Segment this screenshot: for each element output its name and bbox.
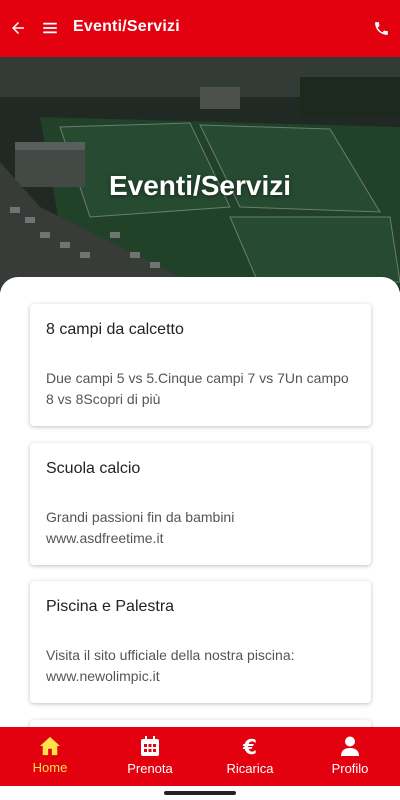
card-description: Visita il sito ufficiale della nostra pi… (46, 647, 295, 684)
nav-item-prenota[interactable]: Prenota (100, 727, 200, 786)
card-description: Due campi 5 vs 5.Cinque campi 7 vs 7Un c… (46, 370, 349, 407)
nav-item-ricarica[interactable]: € Ricarica (200, 727, 300, 786)
back-button[interactable] (2, 12, 34, 44)
hamburger-menu-icon (43, 22, 57, 34)
nav-label: Ricarica (226, 761, 274, 776)
home-icon (40, 736, 60, 756)
home-indicator[interactable] (164, 791, 236, 795)
calendar-icon (141, 736, 159, 756)
back-arrow-icon (12, 22, 24, 34)
nav-label: Profilo (331, 761, 369, 776)
hero-title: Eventi/Servizi (108, 170, 292, 201)
menu-button[interactable] (34, 12, 66, 44)
card-title: Piscina e Palestra (46, 598, 175, 615)
nav-item-profilo[interactable]: Profilo (300, 727, 400, 786)
nav-label: Prenota (127, 761, 173, 776)
card-item[interactable]: 8 campi da calcetto Due campi 5 vs 5.Cin… (30, 304, 371, 426)
bottom-nav: Home Prenota € Ricarica Profilo (0, 727, 400, 786)
card-item-partial[interactable] (30, 720, 371, 727)
app-bar: Eventi/Servizi (0, 0, 400, 57)
phone-button[interactable] (365, 12, 397, 44)
user-icon (341, 736, 359, 756)
card-item[interactable]: Piscina e Palestra Visita il sito uffici… (30, 581, 371, 703)
nav-label: Home (32, 760, 68, 775)
card-description: Grandi passioni fin da bambini www.asdfr… (46, 509, 235, 546)
svg-text:€: € (242, 736, 257, 757)
card-title: 8 campi da calcetto (46, 321, 184, 338)
system-navigation-bar (0, 786, 400, 800)
hero-banner: Eventi/Servizi (0, 57, 400, 292)
nav-item-home[interactable]: Home (0, 727, 100, 786)
phone-icon (374, 21, 388, 35)
app-title: Eventi/Servizi (73, 18, 180, 35)
content-sheet: 8 campi da calcetto Due campi 5 vs 5.Cin… (0, 277, 400, 727)
euro-icon: € (242, 736, 257, 757)
card-title: Scuola calcio (46, 460, 141, 477)
card-item[interactable]: Scuola calcio Grandi passioni fin da bam… (30, 443, 371, 565)
